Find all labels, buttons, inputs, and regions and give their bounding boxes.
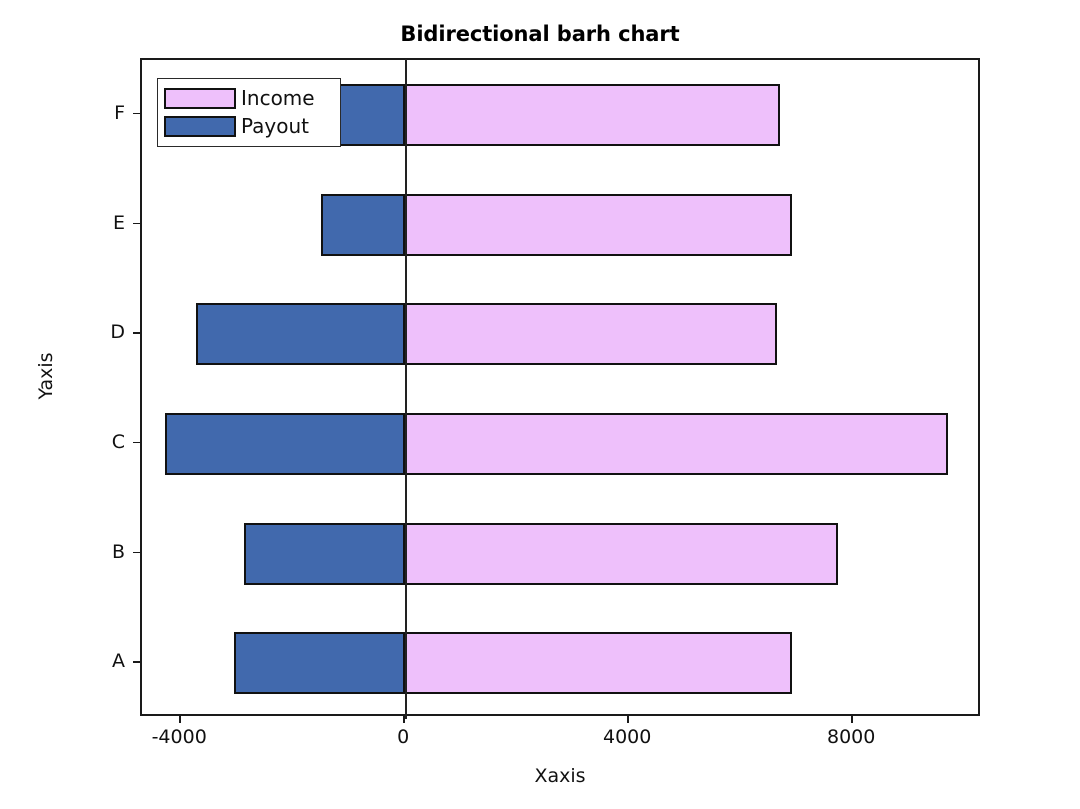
ytick-label-d: D <box>110 321 125 344</box>
figure-canvas: Bidirectional barh chart Yaxis Xaxis A B C… <box>0 0 1080 809</box>
legend-label-payout: Payout <box>241 114 310 138</box>
ytick-label-c: C <box>111 430 125 453</box>
ytick-mark-b <box>133 551 140 554</box>
ytick-label-f: F <box>114 101 125 124</box>
legend-swatch-income <box>164 87 236 109</box>
ytick-mark-d <box>133 332 140 334</box>
chart-title: Bidirectional barh chart <box>400 22 680 46</box>
xtick-mark-4000 <box>627 716 629 723</box>
xtick-mark-8000 <box>851 716 853 723</box>
legend-label-income: Income <box>241 86 315 110</box>
xtick-label-0: 0 <box>397 726 410 748</box>
plot-area <box>140 58 980 719</box>
ytick-mark-c <box>133 441 140 444</box>
ytick-label-a: A <box>112 650 125 673</box>
legend-box[interactable]: Income Payout <box>157 78 341 147</box>
xtick-label-4000: 4000 <box>603 726 652 748</box>
ytick-mark-f <box>133 112 140 115</box>
legend-item-income: Income <box>164 84 334 112</box>
xtick-label--4000: -4000 <box>151 726 207 748</box>
xtick-mark--4000 <box>179 716 181 723</box>
ytick-label-e: E <box>112 211 125 234</box>
ytick-mark-a <box>133 661 140 663</box>
xtick-label-8000: 8000 <box>827 726 876 748</box>
legend-swatch-payout <box>164 115 236 137</box>
zero-reference-line <box>405 59 407 719</box>
legend-item-payout: Payout <box>164 112 334 140</box>
y-axis-label: Yaxis <box>35 352 57 400</box>
ytick-mark-e <box>133 222 140 225</box>
ytick-label-b: B <box>111 540 125 563</box>
x-axis-label: Xaxis <box>534 765 586 787</box>
zero-line-layer <box>142 59 978 719</box>
